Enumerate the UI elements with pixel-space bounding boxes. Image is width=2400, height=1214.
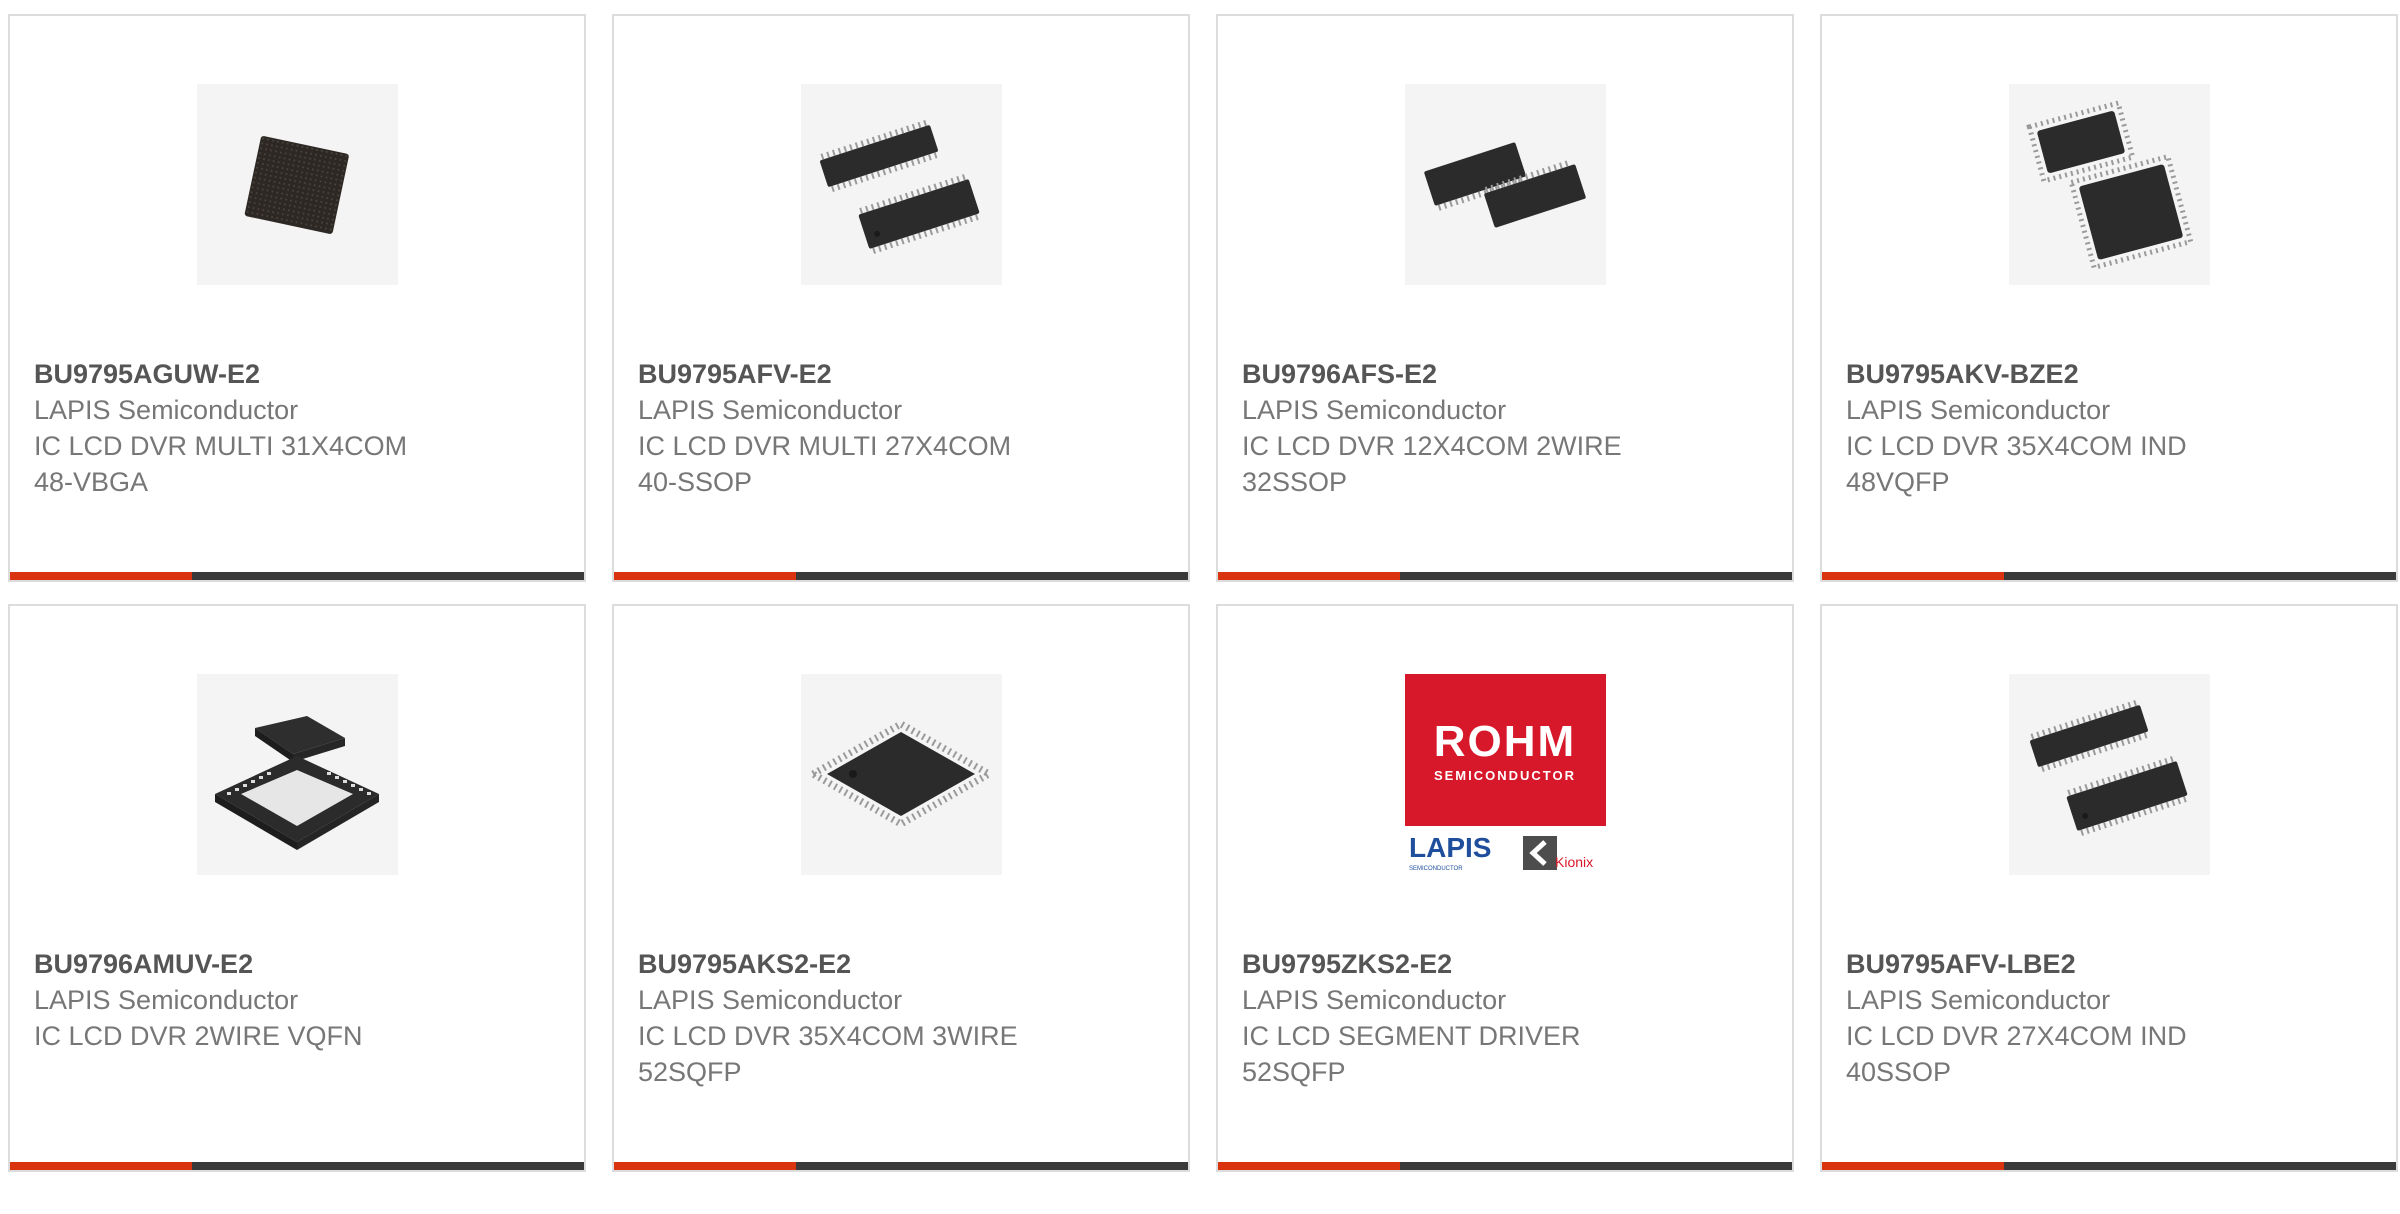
ssop-chip-icon xyxy=(1405,84,1606,285)
description: IC LCD DVR 2WIRE VQFN xyxy=(34,1021,363,1051)
package: 40SSOP xyxy=(1846,1057,1952,1087)
part-number[interactable]: BU9795ZKS2-E2 xyxy=(1242,946,1772,982)
part-number[interactable]: BU9795AFV-LBE2 xyxy=(1846,946,2376,982)
svg-text:SEMICONDUCTOR: SEMICONDUCTOR xyxy=(1434,768,1576,783)
package: 48VQFP xyxy=(1846,467,1950,497)
svg-text:Kionix: Kionix xyxy=(1555,854,1593,870)
description: IC LCD DVR MULTI 31X4COM xyxy=(34,431,408,461)
manufacturer: LAPIS Semiconductor xyxy=(34,395,299,425)
manufacturer: LAPIS Semiconductor xyxy=(1242,395,1507,425)
card-bottom-bar xyxy=(10,1162,584,1170)
product-card[interactable]: BU9795AGUW-E2 LAPIS Semiconductor IC LCD… xyxy=(8,14,586,582)
manufacturer: LAPIS Semiconductor xyxy=(1846,395,2111,425)
product-card[interactable]: BU9796AFS-E2 LAPIS Semiconductor IC LCD … xyxy=(1216,14,1794,582)
card-bottom-bar xyxy=(10,572,584,580)
ssop-chip-icon xyxy=(2009,674,2210,875)
description: IC LCD DVR 12X4COM 2WIRE xyxy=(1242,431,1622,461)
ssop-chip-icon xyxy=(801,84,1002,285)
part-number[interactable]: BU9795AKV-BZE2 xyxy=(1846,356,2376,392)
package: 52SQFP xyxy=(638,1057,742,1087)
manufacturer: LAPIS Semiconductor xyxy=(638,395,903,425)
description: IC LCD SEGMENT DRIVER xyxy=(1242,1021,1581,1051)
svg-text:LAPIS: LAPIS xyxy=(1409,832,1491,863)
part-number[interactable]: BU9796AFS-E2 xyxy=(1242,356,1772,392)
package: 32SSOP xyxy=(1242,467,1348,497)
card-bottom-bar xyxy=(1822,1162,2396,1170)
package: 48-VBGA xyxy=(34,467,149,497)
card-bottom-bar xyxy=(1822,572,2396,580)
card-bottom-bar xyxy=(1218,572,1792,580)
part-number[interactable]: BU9796AMUV-E2 xyxy=(34,946,564,982)
part-number[interactable]: BU9795AGUW-E2 xyxy=(34,356,564,392)
description: IC LCD DVR 27X4COM IND xyxy=(1846,1021,2187,1051)
package: 52SQFP xyxy=(1242,1057,1346,1087)
package: 40-SSOP xyxy=(638,467,753,497)
description: IC LCD DVR 35X4COM 3WIRE xyxy=(638,1021,1018,1051)
qfp-chip-icon xyxy=(2009,84,2210,285)
manufacturer: LAPIS Semiconductor xyxy=(638,985,903,1015)
product-card[interactable]: BU9796AMUV-E2 LAPIS Semiconductor IC LCD… xyxy=(8,604,586,1172)
svg-text:SEMICONDUCTOR: SEMICONDUCTOR xyxy=(1409,866,1463,872)
part-number[interactable]: BU9795AFV-E2 xyxy=(638,356,1168,392)
description: IC LCD DVR MULTI 27X4COM xyxy=(638,431,1012,461)
product-card[interactable]: BU9795AFV-E2 LAPIS Semiconductor IC LCD … xyxy=(612,14,1190,582)
product-card[interactable]: BU9795AFV-LBE2 LAPIS Semiconductor IC LC… xyxy=(1820,604,2398,1172)
product-card[interactable]: ROHM SEMICONDUCTOR LAPIS SEMICONDUCTOR K… xyxy=(1216,604,1794,1172)
part-number[interactable]: BU9795AKS2-E2 xyxy=(638,946,1168,982)
card-bottom-bar xyxy=(614,572,1188,580)
description: IC LCD DVR 35X4COM IND xyxy=(1846,431,2187,461)
manufacturer: LAPIS Semiconductor xyxy=(1242,985,1507,1015)
product-card[interactable]: BU9795AKV-BZE2 LAPIS Semiconductor IC LC… xyxy=(1820,14,2398,582)
product-grid: BU9795AGUW-E2 LAPIS Semiconductor IC LCD… xyxy=(8,14,2400,1214)
rohm-logo: ROHM SEMICONDUCTOR LAPIS SEMICONDUCTOR K… xyxy=(1405,674,1606,875)
sqfp-chip-icon xyxy=(801,674,1002,875)
bga-chip-icon xyxy=(197,84,398,285)
qfn-chip-icon xyxy=(197,674,398,875)
card-bottom-bar xyxy=(1218,1162,1792,1170)
manufacturer: LAPIS Semiconductor xyxy=(1846,985,2111,1015)
card-bottom-bar xyxy=(614,1162,1188,1170)
product-card[interactable]: BU9795AKS2-E2 LAPIS Semiconductor IC LCD… xyxy=(612,604,1190,1172)
manufacturer: LAPIS Semiconductor xyxy=(34,985,299,1015)
svg-text:ROHM: ROHM xyxy=(1434,717,1576,766)
